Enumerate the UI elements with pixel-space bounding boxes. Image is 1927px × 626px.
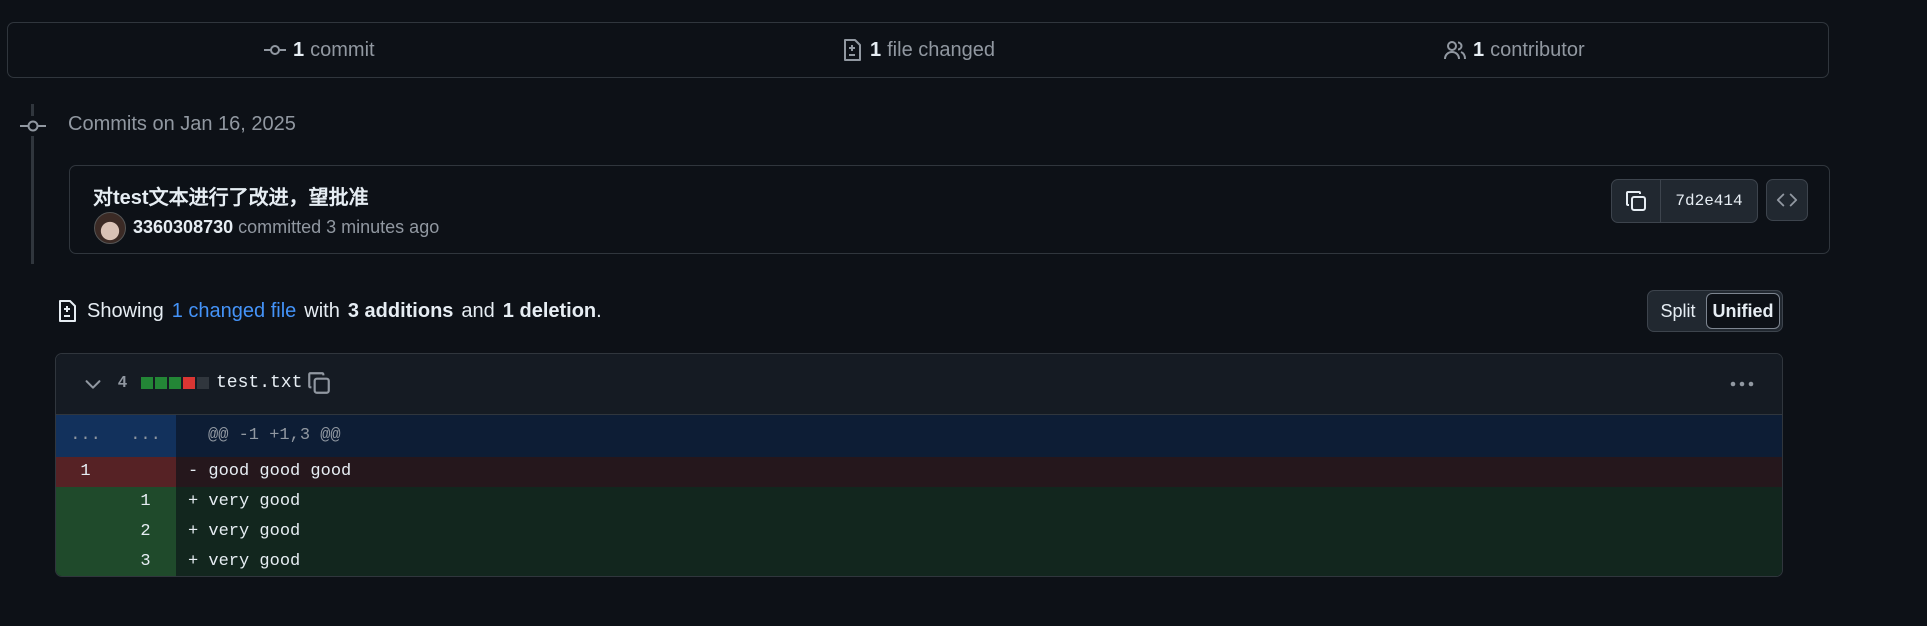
diffstat-block: [197, 377, 209, 389]
diff-line-code: + very good: [176, 517, 1782, 547]
commit-time: committed 3 minutes ago: [238, 217, 440, 237]
diff-line-code: + very good: [176, 487, 1782, 517]
git-commit-icon: [20, 116, 46, 136]
diff-line-sign: +: [188, 552, 199, 571]
old-line-number[interactable]: 1: [56, 457, 115, 487]
author-link[interactable]: 3360308730: [133, 217, 233, 237]
old-line-number[interactable]: [56, 547, 115, 576]
chevron-down-icon[interactable]: [82, 373, 104, 395]
new-line-number[interactable]: 1: [115, 487, 176, 517]
diff-file: 4 test.txt ... ... @@ -1 +1,3 @@ 1 - goo…: [55, 353, 1783, 577]
kebab-menu-icon[interactable]: [1728, 373, 1756, 395]
diff-line: 3 + very good: [56, 547, 1782, 576]
commits-label: commit: [310, 38, 375, 61]
old-line-number[interactable]: [56, 517, 115, 547]
split-view-button[interactable]: Split: [1650, 301, 1706, 322]
git-commit-icon: [264, 45, 286, 55]
code-icon: [1776, 193, 1798, 207]
contributors-count: 1: [1473, 38, 1485, 61]
diff-line-code: + very good: [176, 547, 1782, 576]
showing-with: with: [304, 299, 340, 322]
diff-line-code: - good good good: [176, 457, 1782, 487]
commits-date-heading: Commits on Jan 16, 2025: [68, 113, 296, 135]
commit-card: 对test文本进行了改进，望批准 3360308730 committed 3 …: [69, 165, 1830, 254]
diff-line: 1 - good good good: [56, 457, 1782, 487]
deletions-count: 1 deletion: [502, 299, 597, 322]
summary-bar: 1 commit 1 file changed 1 contributor: [7, 22, 1829, 78]
diff-line-text: very good: [208, 522, 301, 541]
sha-button-group: 7d2e414: [1611, 179, 1758, 223]
additions-count: 3 additions: [347, 299, 454, 322]
new-line-number[interactable]: 3: [115, 547, 176, 576]
diffstat-bar: [141, 377, 209, 389]
files-label: file changed: [887, 38, 995, 61]
copy-icon[interactable]: [306, 370, 332, 396]
commits-summary[interactable]: 1 commit: [263, 23, 375, 77]
commits-count: 1: [293, 38, 305, 61]
diff-line: 2 + very good: [56, 517, 1782, 547]
showing-and: and: [461, 299, 495, 322]
file-diff-icon: [59, 300, 76, 322]
diff-line: 1 + very good: [56, 487, 1782, 517]
diffstat-block: [141, 377, 153, 389]
diffstat-block: [183, 377, 195, 389]
people-icon: [1444, 41, 1466, 60]
contributors-label: contributor: [1490, 38, 1585, 61]
commit-sha-link[interactable]: 7d2e414: [1661, 180, 1757, 222]
changed-files-link[interactable]: 1 changed file: [172, 300, 297, 323]
diff-line-text: very good: [208, 552, 301, 571]
browse-repository-button[interactable]: [1766, 179, 1808, 221]
diff-line-sign: +: [188, 522, 199, 541]
new-line-number[interactable]: 2: [115, 517, 176, 547]
copy-icon: [1626, 191, 1646, 211]
file-name-link[interactable]: test.txt: [216, 373, 302, 393]
diff-summary: Showing 1 changed file with 3 additions …: [55, 295, 602, 327]
commit-message-link[interactable]: 对test文本进行了改进，望批准: [93, 181, 369, 210]
diff-change-count: 4: [118, 374, 127, 391]
diffstat-block: [155, 377, 167, 389]
hunk-expand-right[interactable]: ...: [115, 415, 176, 457]
files-count: 1: [870, 38, 882, 61]
commit-meta: 3360308730 committed 3 minutes ago: [133, 217, 439, 238]
diff-line-sign: -: [188, 462, 199, 481]
diffstat-block: [169, 377, 181, 389]
diff-line-text: very good: [208, 492, 301, 511]
file-diff-icon: [844, 39, 861, 61]
diff-line-text: good good good: [208, 462, 352, 481]
avatar[interactable]: [94, 212, 126, 244]
hunk-header-row: ... ... @@ -1 +1,3 @@: [56, 415, 1782, 457]
hunk-expand-left[interactable]: ...: [56, 415, 115, 457]
new-line-number[interactable]: [115, 457, 176, 487]
showing-prefix: Showing: [87, 299, 164, 322]
unified-view-button[interactable]: Unified: [1706, 293, 1780, 329]
showing-period: .: [596, 299, 602, 322]
diff-line-sign: +: [188, 492, 199, 511]
diff-view-toggle: Split Unified: [1647, 290, 1783, 332]
diff-file-header: 4 test.txt: [56, 354, 1782, 415]
old-line-number[interactable]: [56, 487, 115, 517]
hunk-header-text: @@ -1 +1,3 @@: [208, 426, 341, 445]
contributors-summary[interactable]: 1 contributor: [1443, 23, 1585, 77]
files-summary[interactable]: 1 file changed: [840, 23, 995, 77]
copy-sha-button[interactable]: [1612, 180, 1661, 222]
